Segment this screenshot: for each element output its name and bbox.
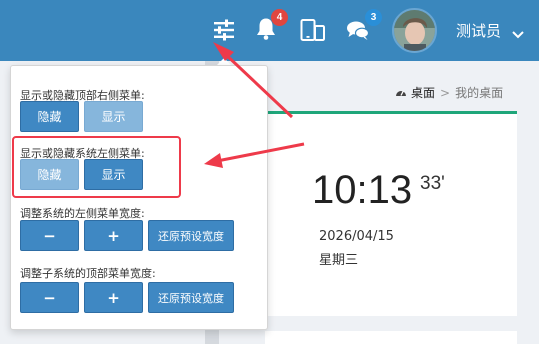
clock-weekday: 星期三 <box>319 253 359 268</box>
message-badge: 3 <box>365 9 382 26</box>
top-navbar: 4 3 测试员 <box>0 0 539 61</box>
sliders-icon[interactable] <box>212 19 236 41</box>
clock-date: 2026/04/15 <box>319 229 394 244</box>
top-width-increase-button[interactable]: + <box>84 282 143 313</box>
breadcrumb-home[interactable]: 桌面 <box>411 86 435 100</box>
dropdown-caret <box>217 58 231 65</box>
top-width-label: 调整子系统的顶部菜单宽度: <box>20 267 156 280</box>
top-width-decrease-button[interactable]: − <box>20 282 79 313</box>
chevron-down-icon[interactable] <box>512 24 524 43</box>
show-top-menu-button[interactable]: 显示 <box>84 101 143 132</box>
username[interactable]: 测试员 <box>456 20 501 41</box>
devices-icon[interactable] <box>300 18 326 42</box>
left-width-increase-button[interactable]: + <box>84 220 143 251</box>
left-width-decrease-button[interactable]: − <box>20 220 79 251</box>
clock-seconds: 33' <box>420 173 445 194</box>
breadcrumb-separator: > <box>440 86 451 100</box>
dashboard-icon <box>395 87 407 101</box>
clock-card <box>265 111 517 316</box>
left-width-reset-button[interactable]: 还原预设宽度 <box>148 220 234 251</box>
show-left-menu-button[interactable]: 显示 <box>84 159 143 190</box>
content-card <box>265 331 517 344</box>
left-width-label: 调整系统的左侧菜单宽度: <box>20 207 145 220</box>
notification-badge: 4 <box>271 9 288 26</box>
top-width-reset-button[interactable]: 还原预设宽度 <box>148 282 234 313</box>
hide-left-menu-button[interactable]: 隐藏 <box>20 159 79 190</box>
clock-time: 10:13 <box>312 168 413 212</box>
breadcrumb: 桌面 > 我的桌面 <box>395 84 503 101</box>
avatar[interactable] <box>392 8 437 53</box>
hide-top-menu-button[interactable]: 隐藏 <box>20 101 79 132</box>
breadcrumb-current: 我的桌面 <box>455 86 504 100</box>
